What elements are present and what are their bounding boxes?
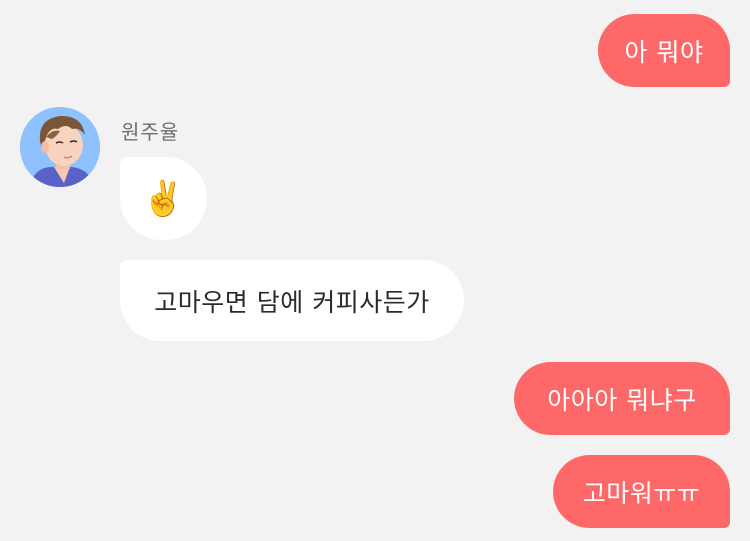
victory-hand-emoji: ✌️ (142, 178, 185, 219)
message-text: 아 뭐야 (624, 37, 704, 67)
message-text: 아아아 뭐냐구 (547, 385, 697, 415)
outgoing-message-bubble[interactable]: 고마워ㅠㅠ (553, 455, 730, 528)
chat-screen: { "theme": { "background": "#f2f2f2", "o… (0, 0, 750, 541)
message-text: 고마우면 담에 커피사든가 (154, 287, 430, 317)
sender-name: 원주율 (121, 120, 180, 144)
message-text: 고마워ㅠㅠ (582, 478, 701, 508)
avatar-illustration-icon (20, 107, 100, 187)
contact-avatar[interactable] (20, 107, 100, 187)
outgoing-message-bubble[interactable]: 아 뭐야 (598, 14, 730, 87)
outgoing-message-bubble[interactable]: 아아아 뭐냐구 (514, 362, 730, 435)
incoming-message-bubble[interactable]: 고마우면 담에 커피사든가 (120, 260, 464, 341)
incoming-message-bubble[interactable]: ✌️ (120, 157, 207, 240)
